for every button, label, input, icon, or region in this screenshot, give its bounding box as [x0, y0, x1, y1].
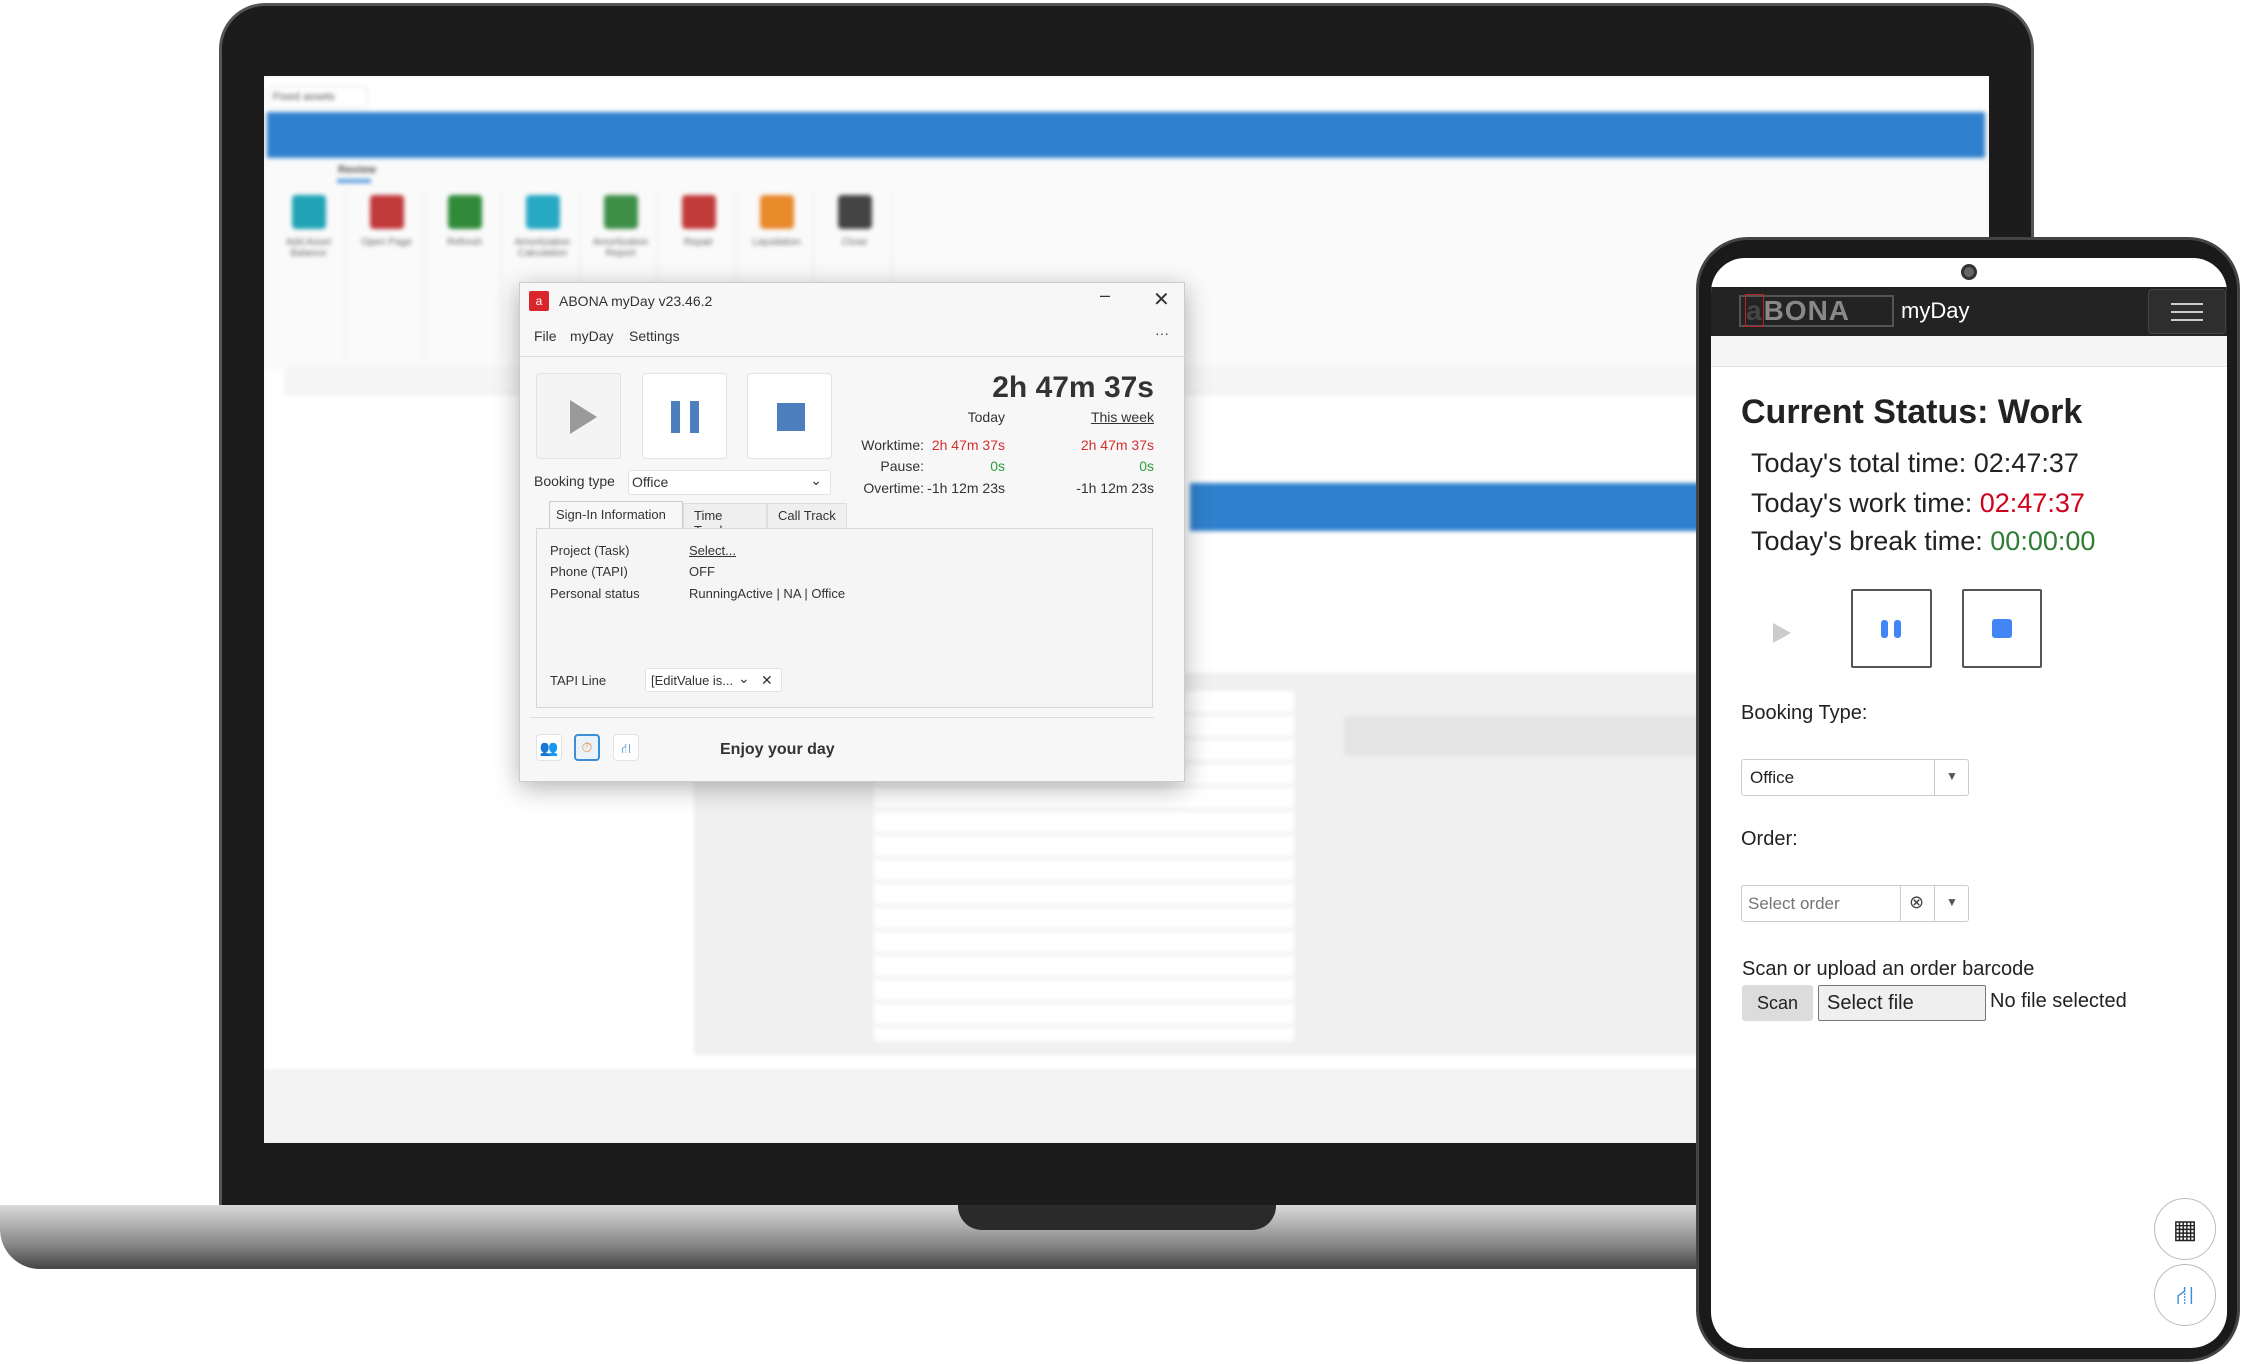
- booking-type-select[interactable]: Office ▼: [1741, 759, 1969, 796]
- pause-button[interactable]: [1851, 589, 1932, 668]
- total-time: 2h 47m 37s: [992, 371, 1154, 404]
- current-status-title: Current Status: Work: [1741, 393, 2083, 431]
- booking-type-label: Booking Type:: [1741, 702, 1868, 724]
- app-header: aBONA myDay: [1711, 287, 2227, 336]
- info-label: Project (Task): [550, 543, 630, 558]
- stop-button[interactable]: [1962, 589, 2042, 668]
- users-icon[interactable]: 👥: [536, 734, 562, 761]
- laptop-hinge-notch: [958, 1205, 1276, 1230]
- window-title: ABONA myDay v23.46.2: [559, 293, 713, 309]
- break-time-value: 00:00:00: [1990, 526, 2096, 556]
- tab-sign-in-information[interactable]: Sign-In Information: [549, 501, 683, 529]
- start-button[interactable]: [1761, 613, 1801, 653]
- toolbar-icon: [525, 195, 560, 229]
- toolbar-icon: [681, 195, 716, 229]
- work-time-label: Today's work time:: [1751, 488, 1973, 518]
- stat-label: Worktime:: [861, 437, 924, 453]
- stat-today: -1h 12m 23s: [927, 480, 1005, 496]
- toolbar-icon: [447, 195, 482, 229]
- project-select-link[interactable]: Select...: [689, 543, 736, 558]
- today-header: Today: [967, 409, 1005, 425]
- play-icon: [1773, 623, 1791, 643]
- qr-code-icon: ▦: [2172, 1214, 2198, 1244]
- toolbar-icon: [759, 195, 794, 229]
- menu-icon: [2171, 303, 2203, 321]
- info-label: Phone (TAPI): [550, 564, 628, 579]
- toolbar-button[interactable]: Open Page: [350, 191, 424, 361]
- time-clock-icon[interactable]: ⏱: [574, 734, 600, 761]
- ribbon-tab-review[interactable]: Review: [338, 164, 376, 176]
- stat-today: 2h 47m 37s: [931, 437, 1005, 453]
- app-logo-icon: a: [529, 291, 549, 311]
- abona-logo: aBONA: [1739, 294, 1894, 327]
- stat-label: Overtime:: [863, 480, 924, 496]
- hamburger-menu-button[interactable]: [2148, 289, 2226, 334]
- pause-button[interactable]: [642, 373, 727, 459]
- tapi-line-select[interactable]: [EditValue is... ⌄ ✕: [645, 668, 782, 692]
- myday-window: a ABONA myDay v23.46.2 – ✕ File myDay Se…: [519, 282, 1186, 782]
- order-input[interactable]: [1748, 891, 1898, 917]
- phone-screen: aBONA myDay Current Status: Work Today's…: [1711, 258, 2227, 1348]
- close-button[interactable]: ✕: [1153, 287, 1170, 312]
- toolbar-icon: [369, 195, 404, 229]
- break-time-label: Today's break time:: [1751, 526, 1983, 556]
- booking-type-select[interactable]: Office ⌄: [628, 470, 831, 495]
- menu-settings[interactable]: Settings: [629, 328, 680, 344]
- booking-type-label: Booking type: [534, 473, 615, 489]
- toolbar-button[interactable]: Refresh: [428, 191, 502, 361]
- scan-label: Scan or upload an order barcode: [1742, 958, 2035, 980]
- stat-week: 0s: [1139, 458, 1154, 474]
- footer-message: Enjoy your day: [720, 741, 835, 758]
- file-status: No file selected: [1990, 990, 2127, 1012]
- toolbar-icon: [291, 195, 326, 229]
- minimize-button[interactable]: –: [1100, 285, 1110, 306]
- toolbar-button[interactable]: Add Asset Balance: [272, 191, 346, 361]
- total-time-label: Today's total time:: [1751, 448, 1967, 478]
- menu-file[interactable]: File: [534, 328, 557, 344]
- stat-week: 2h 47m 37s: [1080, 437, 1154, 453]
- pause-icon: [671, 401, 699, 433]
- toolbar-icon: [837, 195, 872, 229]
- order-label: Order:: [1741, 828, 1798, 850]
- stat-today: 0s: [990, 458, 1005, 474]
- stat-label: Pause:: [880, 458, 924, 474]
- order-select[interactable]: ⊗ ▼: [1741, 885, 1969, 922]
- tapi-line-label: TAPI Line: [550, 673, 607, 688]
- toolbar-icon: [603, 195, 638, 229]
- stat-week: -1h 12m 23s: [1076, 480, 1154, 496]
- pause-icon: [1881, 620, 1901, 638]
- clear-circle-icon[interactable]: ⊗: [1909, 892, 1924, 913]
- chevron-down-icon: ⌄: [810, 472, 822, 488]
- play-icon: [570, 400, 597, 434]
- camera-icon: [1961, 264, 1977, 280]
- work-time-value: 02:47:37: [1979, 488, 2085, 518]
- more-menu-button[interactable]: ···: [1155, 325, 1169, 341]
- tab-bar: Sign-In Information Time Track Call Trac…: [549, 501, 847, 538]
- blue-header-bar: [267, 112, 1985, 158]
- info-value: RunningActive | NA | Office: [689, 586, 846, 601]
- tab-time-track[interactable]: Time Track: [683, 503, 767, 538]
- qr-code-button[interactable]: ▦: [2154, 1198, 2216, 1260]
- select-file-button[interactable]: Select file: [1818, 985, 1986, 1021]
- stop-icon: [1992, 619, 2012, 638]
- hierarchy-button[interactable]: ⛙: [2154, 1264, 2216, 1326]
- menu-myday[interactable]: myDay: [570, 328, 614, 344]
- clear-icon[interactable]: ✕: [761, 672, 773, 689]
- scan-button[interactable]: Scan: [1742, 985, 1813, 1021]
- start-button[interactable]: [536, 373, 621, 459]
- tab-fixed-assets[interactable]: Fixed assets: [268, 86, 368, 108]
- caret-down-icon: ▼: [1946, 895, 1958, 909]
- caret-down-icon: ▼: [1946, 769, 1958, 783]
- chevron-down-icon: ⌄: [738, 670, 750, 686]
- this-week-link[interactable]: This week: [1050, 409, 1154, 425]
- info-value: OFF: [689, 564, 715, 579]
- info-label: Personal status: [550, 586, 640, 601]
- hierarchy-icon[interactable]: ⛙: [613, 734, 639, 761]
- app-name: myDay: [1901, 298, 1970, 323]
- total-time-value: 02:47:37: [1973, 448, 2079, 478]
- tab-call-track[interactable]: Call Track: [767, 503, 847, 529]
- hierarchy-icon: ⛙: [2175, 1280, 2195, 1310]
